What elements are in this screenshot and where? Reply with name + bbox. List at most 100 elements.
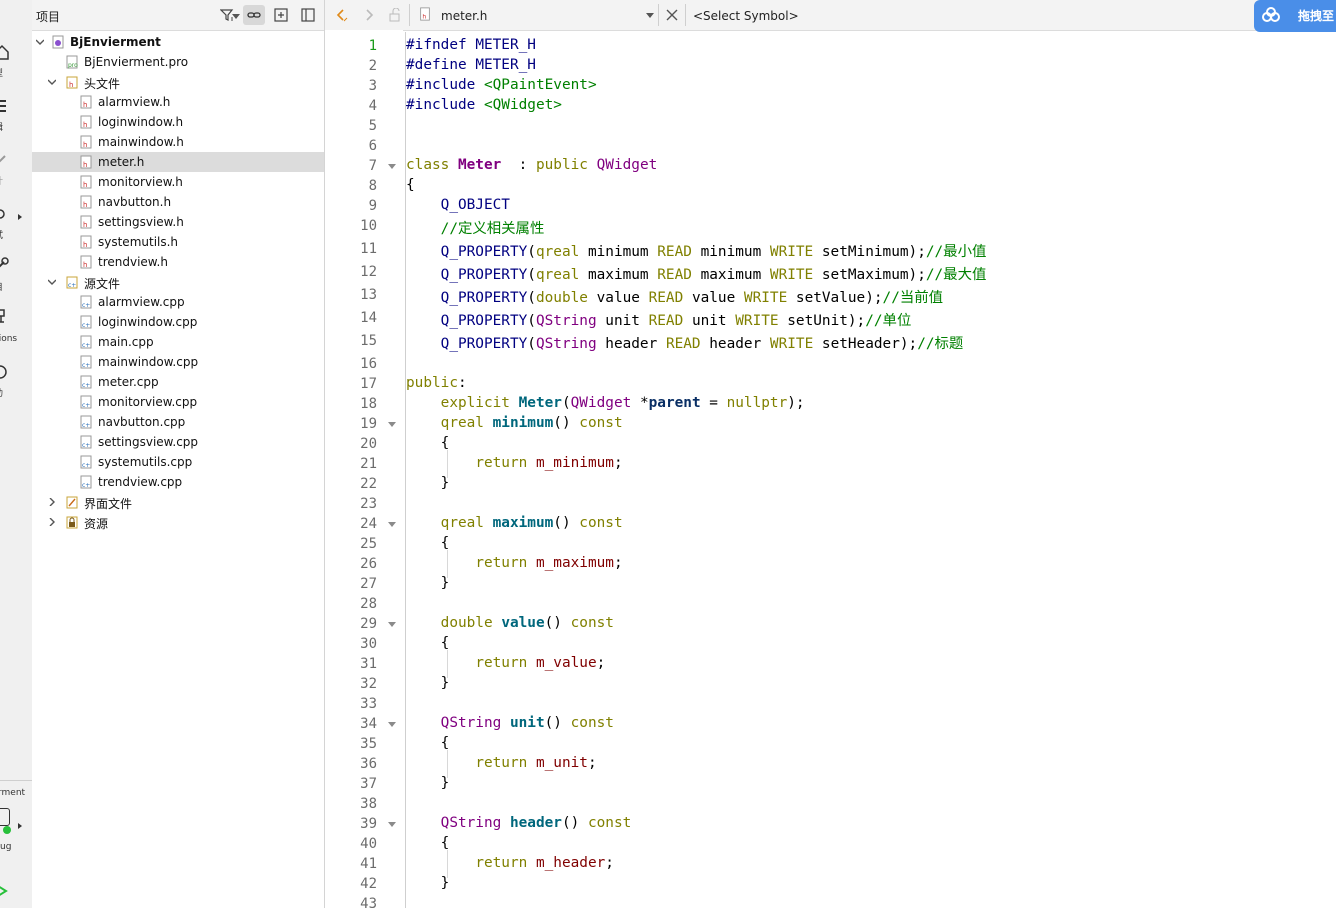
code-token: QString (440, 715, 510, 731)
close-icon[interactable] (665, 8, 679, 22)
mode-projects[interactable]: 目 (0, 254, 32, 294)
code-token: const (579, 415, 623, 431)
code-line: { (406, 835, 450, 851)
indent-guide (447, 750, 448, 778)
code-token: ( (527, 290, 536, 306)
run-icon[interactable] (0, 884, 8, 898)
code-token: m_header (535, 855, 606, 871)
code-token: <QPaintEvent> (483, 77, 597, 93)
tree-file-navbutton-cpp[interactable]: c+ navbutton.cpp (32, 412, 324, 432)
code-editor[interactable]: #ifndef METER_H #define METER_H #include <… (403, 30, 1336, 908)
tree-file-settingsview-cpp[interactable]: c+ settingsview.cpp (32, 432, 324, 452)
view-combo[interactable]: 项目 (34, 5, 240, 25)
tree-file-loginwindow-cpp[interactable]: c+ loginwindow.cpp (32, 312, 324, 332)
lock-open-icon[interactable] (388, 8, 402, 22)
code-token: qreal (440, 515, 493, 531)
fold-marker-icon[interactable] (388, 522, 396, 527)
tree-file-label: settingsview.cpp (98, 435, 199, 449)
tree-file-monitorview-h[interactable]: h monitorview.h (32, 172, 324, 192)
tree-resources-folder[interactable]: 资源 (32, 512, 324, 532)
mode-extensions[interactable]: sions (0, 306, 32, 346)
fold-marker-icon[interactable] (388, 622, 396, 627)
code-token: <QWidget> (483, 97, 562, 113)
mode-help[interactable]: 助 (0, 362, 32, 402)
mode-design[interactable]: 计 (0, 150, 32, 190)
line-number-gutter[interactable]: 1 2 3 4 5 6 7 8 9 10 11 12 13 14 15 16 17 18 19 20 21 22 23 24 2… (325, 30, 403, 912)
mode-edit-label: 辑 (0, 120, 3, 133)
filter-icon (220, 9, 234, 21)
code-token: m_maximum (535, 555, 614, 571)
line-number: 34 (360, 716, 377, 732)
open-file-name[interactable]: meter.h (441, 9, 487, 23)
code-line: { (406, 177, 415, 193)
tree-headers-folder[interactable]: h 头文件 (32, 72, 324, 92)
code-line: double value() const (406, 615, 614, 631)
fold-marker-icon[interactable] (388, 822, 396, 827)
code-token: value (596, 290, 649, 306)
tree-file-systemutils-cpp[interactable]: c+ systemutils.cpp (32, 452, 324, 472)
tree-file-settingsview-h[interactable]: h settingsview.h (32, 212, 324, 232)
mode-welcome[interactable]: 型 (0, 42, 32, 82)
close-sidebar-button[interactable] (297, 5, 319, 25)
code-line: class Meter : public QWidget (406, 157, 657, 173)
code-token: } (406, 875, 450, 891)
symbol-selector[interactable]: <Select Symbol> (693, 9, 799, 23)
forward-icon[interactable] (362, 8, 376, 22)
code-line: //定义相关属性 (406, 217, 545, 238)
mode-debug[interactable]: 试 (0, 204, 32, 244)
tree-sources-folder[interactable]: c+ 源文件 (32, 272, 324, 292)
editor-toolbar: h meter.h <Select Symbol> (325, 0, 1336, 31)
tree-file-loginwindow-h[interactable]: h loginwindow.h (32, 112, 324, 132)
tree-sources-folder-label: 源文件 (84, 277, 121, 291)
chevron-right-icon (49, 518, 55, 526)
line-number: 28 (360, 596, 377, 612)
code-token: unit (691, 313, 736, 329)
tree-file-trendview-h[interactable]: h trendview.h (32, 252, 324, 272)
cloud-drop-widget[interactable]: 拖拽至 (1254, 0, 1336, 32)
tree-file-alarmview-cpp[interactable]: c+ alarmview.cpp (32, 292, 324, 312)
tree-file-main-cpp[interactable]: c+ main.cpp (32, 332, 324, 352)
fold-marker-icon[interactable] (388, 722, 396, 727)
code-token: ; (613, 455, 623, 471)
line-number: 4 (368, 98, 377, 114)
tree-forms-folder[interactable]: 界面文件 (32, 492, 324, 512)
tree-file-alarmview-h[interactable]: h alarmview.h (32, 92, 324, 112)
tree-file-monitorview-cpp[interactable]: c+ monitorview.cpp (32, 392, 324, 412)
line-number: 14 (360, 310, 377, 326)
chevron-down-icon[interactable] (646, 13, 654, 18)
wrench-icon (0, 257, 9, 268)
tree-file-meter-cpp[interactable]: c+ meter.cpp (32, 372, 324, 392)
tree-file-navbutton-h[interactable]: h navbutton.h (32, 192, 324, 212)
line-number: 33 (360, 696, 377, 712)
mode-selector-bar: 型 辑 计 试 目 sions 助 rment ug (0, 0, 33, 908)
fold-marker-icon[interactable] (388, 422, 396, 427)
code-line: Q_PROPERTY(QString header READ header WR… (406, 332, 964, 353)
tree-file-systemutils-h[interactable]: h systemutils.h (32, 232, 324, 252)
filter-button[interactable] (216, 5, 238, 25)
sync-link-button[interactable] (243, 5, 265, 25)
header-file-icon: h (80, 115, 92, 129)
tree-pro-file[interactable]: pro BjEnvierment.pro (32, 52, 324, 72)
tree-file-trendview-cpp[interactable]: c+ trendview.cpp (32, 472, 324, 492)
split-button[interactable] (270, 5, 292, 25)
tree-root[interactable]: BjEnvierment (32, 32, 324, 52)
tree-file-mainwindow-h[interactable]: h mainwindow.h (32, 132, 324, 152)
code-token: READ (657, 267, 701, 283)
mode-edit[interactable]: 辑 (0, 96, 32, 136)
code-token: } (406, 475, 450, 491)
back-icon[interactable] (334, 8, 348, 22)
code-token: nullptr (726, 395, 788, 411)
fold-marker-icon[interactable] (388, 164, 396, 169)
kit-selector[interactable] (0, 808, 10, 826)
code-token: = (700, 395, 727, 411)
design-icon (0, 155, 6, 163)
code-token: Q_PROPERTY (440, 336, 528, 352)
tree-file-mainwindow-cpp[interactable]: c+ mainwindow.cpp (32, 352, 324, 372)
svg-text:h: h (83, 101, 87, 109)
tree-file-meter-h[interactable]: h meter.h (32, 152, 324, 172)
tree-file-label: mainwindow.cpp (98, 355, 199, 369)
svg-text:h: h (422, 13, 426, 20)
